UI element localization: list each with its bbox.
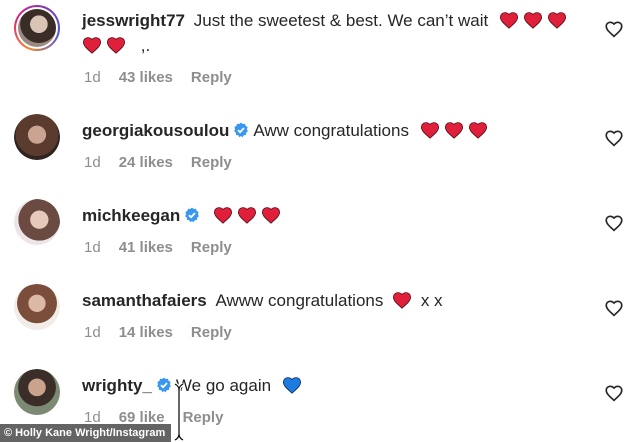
comment-likes[interactable]: 24 likes (119, 154, 173, 171)
red-heart-emoji-icon (237, 207, 257, 224)
heart-outline-icon[interactable] (604, 299, 624, 317)
comment-meta: 1d 41 likes Reply (84, 239, 250, 256)
comment-text: We go again (175, 376, 272, 395)
red-heart-emoji-icon (420, 122, 439, 139)
heart-outline-icon[interactable] (604, 129, 624, 147)
comment-time: 1d (84, 154, 101, 171)
red-heart-emoji-icon (261, 207, 281, 224)
blue-heart-emoji-icon (282, 377, 301, 394)
avatar[interactable] (14, 199, 60, 245)
comment-text-suffix: x x (420, 291, 443, 310)
heart-outline-icon[interactable] (604, 384, 624, 402)
reply-button[interactable]: Reply (191, 239, 232, 256)
comment-username[interactable]: georgiakousoulou (82, 121, 229, 140)
verified-badge-icon (185, 207, 200, 223)
red-heart-emoji-icon (444, 122, 463, 139)
heart-outline-icon[interactable] (604, 214, 624, 232)
verified-badge-icon (234, 122, 249, 138)
comment-likes[interactable]: 14 likes (119, 324, 173, 341)
avatar[interactable] (14, 284, 60, 330)
comment-likes[interactable]: 41 likes (119, 239, 173, 256)
comment-wrighty: wrighty_ We go again 1d 69 like Reply (0, 0, 634, 426)
red-heart-emoji-icon (393, 292, 412, 309)
text-cursor-icon (174, 382, 184, 442)
comment-meta: 1d 24 likes Reply (84, 154, 250, 171)
comment-username[interactable]: wrighty_ (82, 376, 152, 395)
photo-credit: © Holly Kane Wright/Instagram (0, 424, 172, 442)
avatar[interactable] (14, 369, 60, 415)
comment-meta: 1d 14 likes Reply (84, 324, 250, 341)
comment-username[interactable]: michkeegan (82, 206, 180, 225)
reply-button[interactable]: Reply (183, 409, 224, 426)
red-heart-emoji-icon (468, 122, 487, 139)
reply-button[interactable]: Reply (191, 154, 232, 171)
comment-time: 1d (84, 239, 101, 256)
comment-text: Aww congratulations (253, 121, 409, 140)
comment-text: Awww congratulations (215, 291, 384, 310)
avatar[interactable] (14, 114, 60, 160)
reply-button[interactable]: Reply (191, 324, 232, 341)
comment-username[interactable]: samanthafaiers (82, 291, 207, 310)
verified-badge-icon (157, 377, 171, 393)
comment-time: 1d (84, 324, 101, 341)
red-heart-emoji-icon (213, 207, 233, 224)
